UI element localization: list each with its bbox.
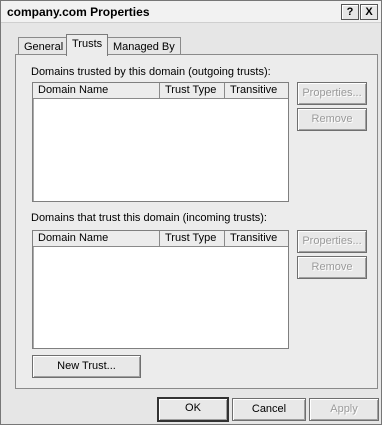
column-trust-type[interactable]: Trust Type: [160, 231, 225, 246]
outgoing-properties-button[interactable]: Properties...: [297, 82, 367, 105]
help-button[interactable]: ?: [341, 4, 359, 20]
outgoing-list-header: Domain Name Trust Type Transitive: [33, 83, 288, 99]
column-transitive[interactable]: Transitive: [225, 83, 288, 98]
close-button[interactable]: X: [360, 4, 378, 20]
apply-button[interactable]: Apply: [309, 398, 379, 421]
properties-dialog: company.com Properties ? X General Trust…: [0, 0, 382, 425]
tab-managed-by[interactable]: Managed By: [107, 37, 181, 55]
tab-general[interactable]: General: [18, 37, 70, 55]
new-trust-button[interactable]: New Trust...: [32, 355, 141, 378]
trusts-panel: Domains trusted by this domain (outgoing…: [15, 54, 378, 389]
column-trust-type[interactable]: Trust Type: [160, 83, 225, 98]
incoming-trusts-label: Domains that trust this domain (incoming…: [31, 212, 267, 224]
incoming-trusts-list[interactable]: Domain Name Trust Type Transitive: [32, 230, 289, 349]
column-domain-name[interactable]: Domain Name: [33, 83, 160, 98]
dialog-title: company.com Properties: [7, 5, 150, 19]
incoming-remove-button[interactable]: Remove: [297, 256, 367, 279]
title-bar: company.com Properties ? X: [1, 1, 381, 23]
tab-trusts[interactable]: Trusts: [66, 34, 109, 56]
ok-button[interactable]: OK: [157, 397, 229, 422]
incoming-properties-button[interactable]: Properties...: [297, 230, 367, 253]
outgoing-trusts-list[interactable]: Domain Name Trust Type Transitive: [32, 82, 289, 202]
column-domain-name[interactable]: Domain Name: [33, 231, 160, 246]
cancel-button[interactable]: Cancel: [232, 398, 306, 421]
outgoing-remove-button[interactable]: Remove: [297, 108, 367, 131]
incoming-list-header: Domain Name Trust Type Transitive: [33, 231, 288, 247]
column-transitive[interactable]: Transitive: [225, 231, 288, 246]
outgoing-trusts-label: Domains trusted by this domain (outgoing…: [31, 66, 271, 78]
